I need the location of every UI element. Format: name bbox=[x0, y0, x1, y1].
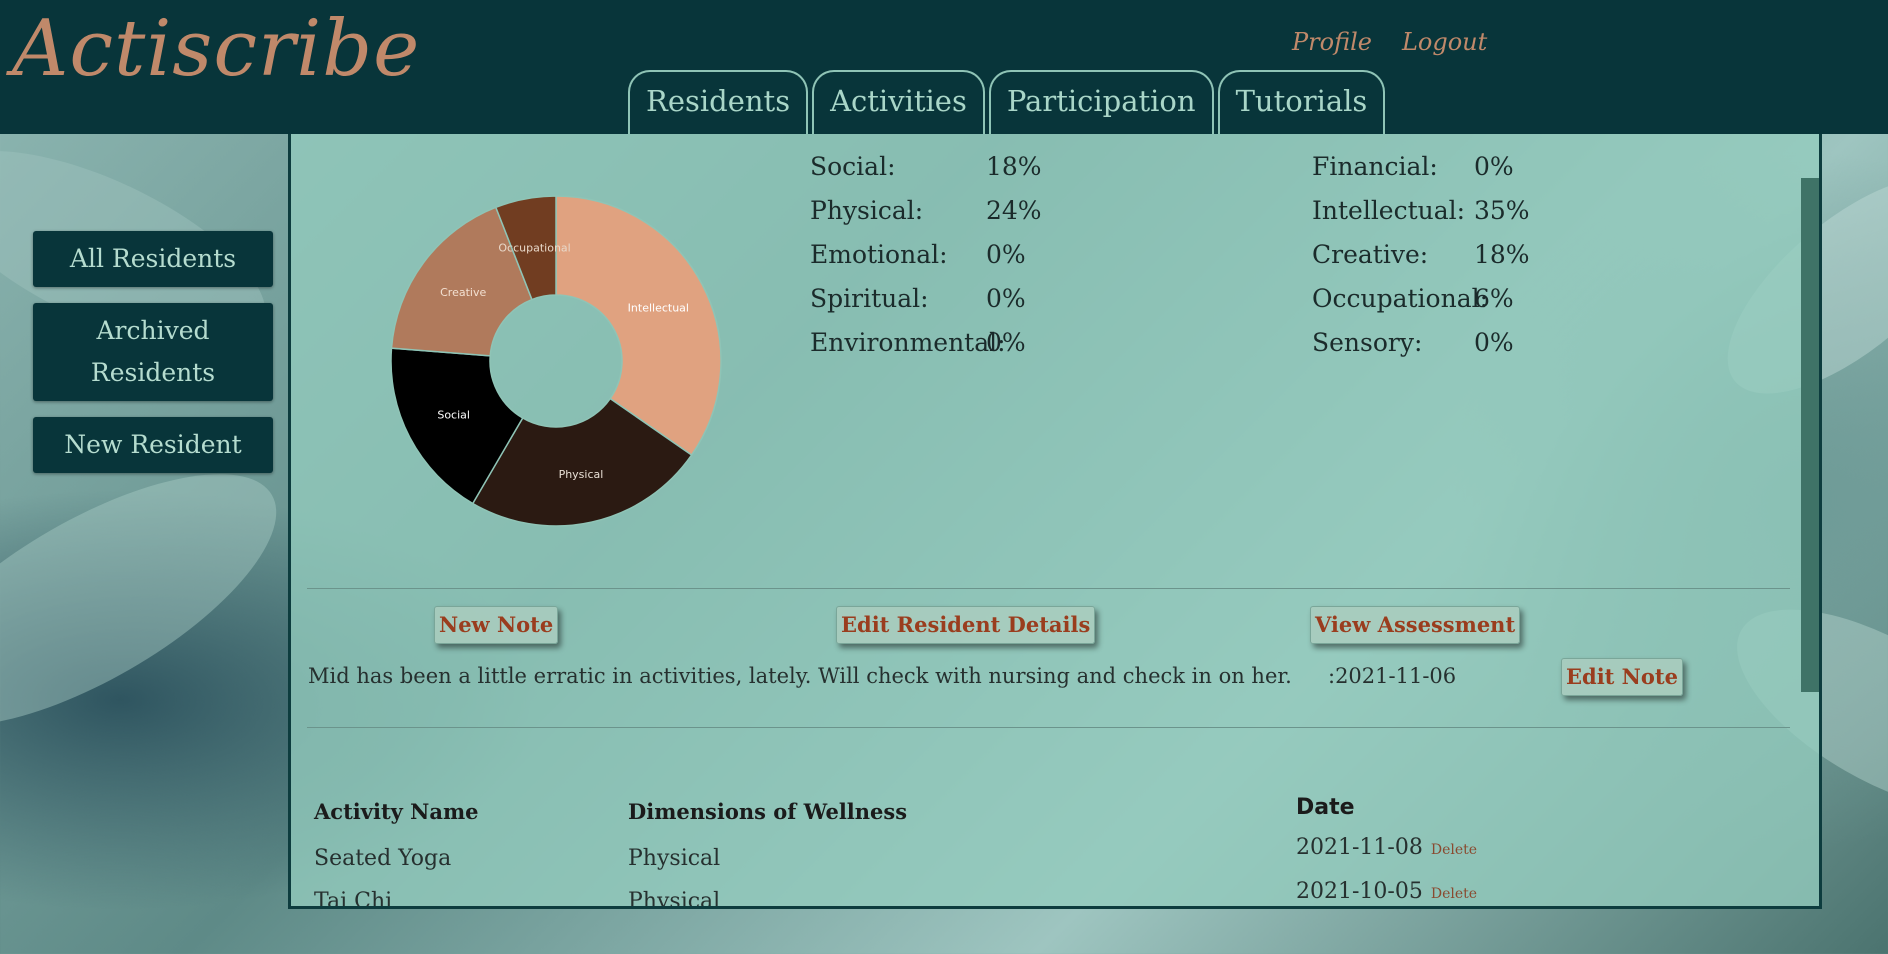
logout-link[interactable]: Logout bbox=[1402, 28, 1487, 56]
stat-value: 24% bbox=[986, 195, 1042, 225]
new-note-button[interactable]: New Note bbox=[434, 606, 559, 644]
date-header: Date bbox=[1296, 795, 1355, 820]
stat-value: 6% bbox=[1474, 283, 1514, 313]
stat-value: 0% bbox=[986, 327, 1026, 357]
sidebar: All Residents Archived Residents New Res… bbox=[33, 231, 273, 489]
stat-row-social: Social: 18% bbox=[810, 144, 1042, 188]
stat-value: 0% bbox=[1474, 151, 1514, 181]
date-cell: 2021-10-05 Delete bbox=[1296, 879, 1477, 904]
stat-row-occupational: Occupational: 6% bbox=[1312, 276, 1530, 320]
top-bar: Actiscribe Profile Logout Residents Acti… bbox=[0, 0, 1888, 134]
divider bbox=[307, 588, 1790, 589]
new-resident-button[interactable]: New Resident bbox=[33, 417, 273, 473]
stat-label: Physical: bbox=[810, 195, 924, 225]
tab-activities[interactable]: Activities bbox=[812, 70, 985, 134]
edit-note-button[interactable]: Edit Note bbox=[1561, 658, 1683, 696]
stat-row-intellectual: Intellectual: 35% bbox=[1312, 188, 1530, 232]
date-value: 2021-11-08 bbox=[1296, 835, 1423, 860]
stat-value: 18% bbox=[1474, 239, 1530, 269]
stat-value: 0% bbox=[986, 283, 1026, 313]
tab-tutorials[interactable]: Tutorials bbox=[1217, 70, 1386, 134]
wellness-stats-left: Social: 18% Physical: 24% Emotional: 0% … bbox=[810, 144, 1042, 364]
stat-label: Environmental: bbox=[810, 327, 1006, 357]
view-assessment-button[interactable]: View Assessment bbox=[1310, 606, 1521, 644]
stat-label: Financial: bbox=[1312, 151, 1438, 181]
stat-row-environmental: Environmental: 0% bbox=[810, 320, 1042, 364]
tab-participation[interactable]: Participation bbox=[988, 70, 1214, 134]
donut-label-physical: Physical bbox=[559, 468, 604, 481]
stat-row-sensory: Sensory: 0% bbox=[1312, 320, 1530, 364]
donut-label-creative: Creative bbox=[440, 286, 486, 299]
wellness-donut-chart: Intellectual Physical Social Creative Occupa… bbox=[381, 186, 731, 540]
stat-row-financial: Financial: 0% bbox=[1312, 144, 1530, 188]
all-residents-button[interactable]: All Residents bbox=[33, 231, 273, 287]
edit-resident-details-button[interactable]: Edit Resident Details bbox=[836, 606, 1096, 644]
archived-residents-button[interactable]: Archived Residents bbox=[33, 303, 273, 401]
donut-label-occupational: Occupational bbox=[498, 242, 570, 255]
scrollbar[interactable] bbox=[1801, 178, 1819, 692]
stat-label: Sensory: bbox=[1312, 327, 1423, 357]
profile-link[interactable]: Profile bbox=[1292, 28, 1372, 56]
dimension-cell: Physical bbox=[628, 889, 721, 909]
resident-detail-panel: Intellectual Physical Social Creative Occupa… bbox=[288, 134, 1822, 909]
stat-label: Intellectual: bbox=[1312, 195, 1466, 225]
account-links: Profile Logout bbox=[1292, 28, 1487, 56]
activity-name-header: Activity Name bbox=[314, 799, 479, 824]
stat-value: 0% bbox=[1474, 327, 1514, 357]
stat-row-emotional: Emotional: 0% bbox=[810, 232, 1042, 276]
donut-label-intellectual: Intellectual bbox=[628, 301, 689, 314]
delete-link[interactable]: Delete bbox=[1431, 886, 1477, 902]
stat-label: Spiritual: bbox=[810, 283, 929, 313]
stat-row-creative: Creative: 18% bbox=[1312, 232, 1530, 276]
donut-svg: Intellectual Physical Social Creative Occupa… bbox=[390, 195, 722, 527]
stat-row-physical: Physical: 24% bbox=[810, 188, 1042, 232]
activity-name-cell: Seated Yoga bbox=[314, 846, 452, 871]
dimension-cell: Physical bbox=[628, 846, 721, 871]
main-nav-tabs: Residents Activities Participation Tutor… bbox=[628, 70, 1386, 134]
note-date: :2021-11-06 bbox=[1328, 664, 1457, 688]
delete-link[interactable]: Delete bbox=[1431, 842, 1477, 858]
note-text: Mid has been a little erratic in activit… bbox=[308, 664, 1292, 688]
donut-slice-intellectual[interactable] bbox=[555, 195, 722, 457]
stat-label: Creative: bbox=[1312, 239, 1429, 269]
wellness-stats-right: Financial: 0% Intellectual: 35% Creative… bbox=[1312, 144, 1530, 364]
date-cell: 2021-11-08 Delete bbox=[1296, 835, 1477, 860]
divider bbox=[307, 727, 1790, 728]
donut-label-social: Social bbox=[437, 409, 470, 422]
stat-value: 0% bbox=[986, 239, 1026, 269]
date-value: 2021-10-05 bbox=[1296, 879, 1423, 904]
stat-label: Emotional: bbox=[810, 239, 948, 269]
stat-label: Social: bbox=[810, 151, 896, 181]
dimensions-header: Dimensions of Wellness bbox=[628, 799, 908, 824]
stat-row-spiritual: Spiritual: 0% bbox=[810, 276, 1042, 320]
archived-residents-label: Archived Residents bbox=[90, 316, 216, 387]
tab-residents[interactable]: Residents bbox=[628, 70, 809, 134]
stat-label: Occupational: bbox=[1312, 283, 1489, 313]
activity-name-cell: Tai Chi bbox=[314, 889, 393, 909]
app-logo[interactable]: Actiscribe bbox=[12, 4, 420, 94]
stat-value: 18% bbox=[986, 151, 1042, 181]
stat-value: 35% bbox=[1474, 195, 1530, 225]
